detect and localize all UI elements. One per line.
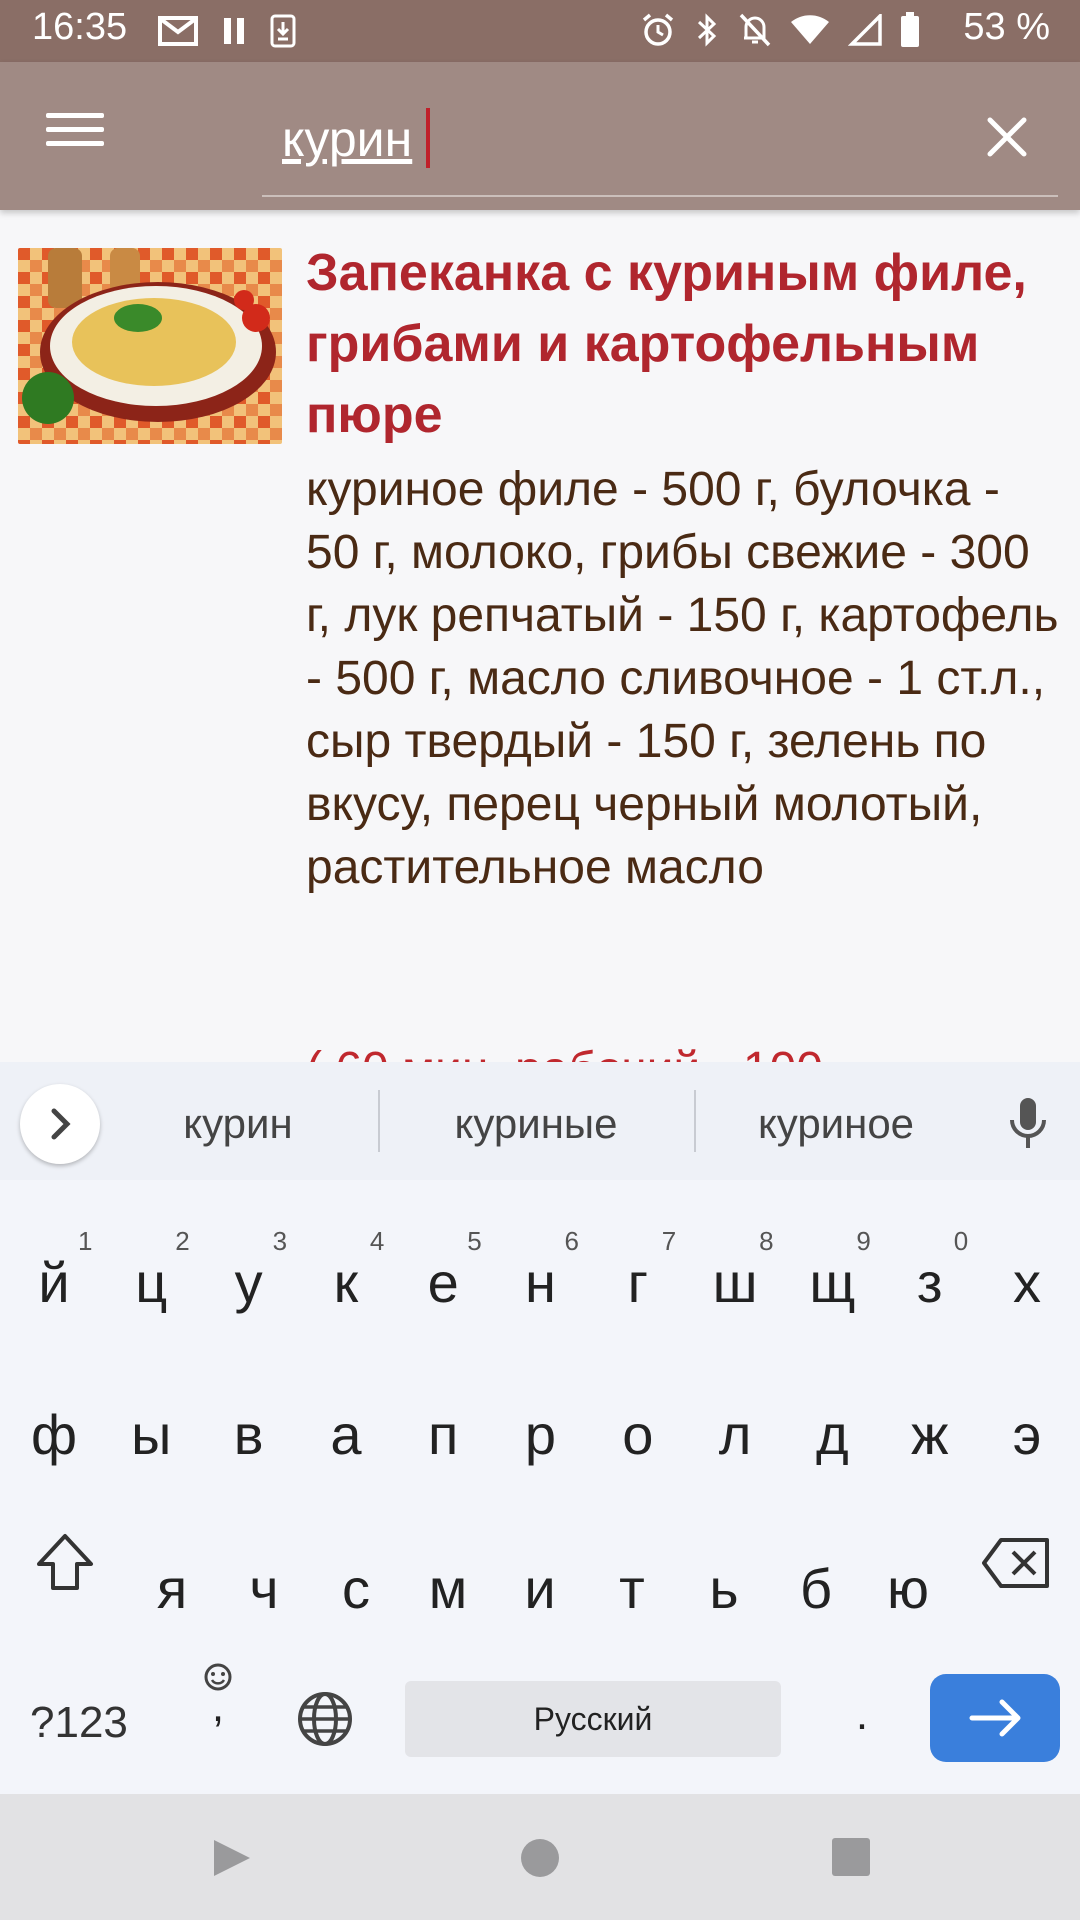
recipe-thumbnail xyxy=(18,248,282,444)
letter-key[interactable]: я xyxy=(132,1556,212,1621)
pause-icon xyxy=(224,18,244,44)
letter-key[interactable]: с xyxy=(316,1556,396,1621)
suggestion-divider xyxy=(378,1090,380,1152)
letter-key[interactable]: а xyxy=(306,1402,386,1467)
status-time: 16:35 xyxy=(32,6,128,48)
letter-key[interactable]: х xyxy=(987,1250,1067,1315)
status-bar: 16:35 53 % xyxy=(0,0,1080,62)
key-number-hint: 9 xyxy=(856,1226,871,1256)
key-number-hint: 5 xyxy=(467,1226,482,1256)
close-icon xyxy=(987,117,1027,157)
language-key[interactable] xyxy=(294,1690,356,1761)
letter-key[interactable]: з xyxy=(890,1250,970,1315)
comma-label: , xyxy=(211,1682,225,1731)
period-key[interactable]: . xyxy=(840,1690,884,1740)
key-number-hint: 0 xyxy=(953,1226,969,1256)
status-right-icons xyxy=(640,12,920,48)
recents-icon[interactable] xyxy=(830,1836,872,1878)
suggestion-divider xyxy=(694,1090,696,1152)
suggestion-1[interactable]: курин xyxy=(130,1100,346,1148)
letter-key[interactable]: ц xyxy=(111,1250,191,1315)
navigation-bar xyxy=(0,1794,1080,1920)
letter-key[interactable]: ж xyxy=(890,1402,970,1467)
shift-icon xyxy=(37,1534,93,1590)
wifi-icon xyxy=(791,15,829,45)
clear-search-button[interactable] xyxy=(976,106,1038,168)
download-icon xyxy=(270,14,296,48)
key-number-hint: 3 xyxy=(272,1226,288,1256)
letter-key[interactable]: ч xyxy=(224,1556,304,1621)
backspace-key[interactable] xyxy=(978,1536,1054,1603)
letter-key[interactable]: т xyxy=(592,1556,672,1621)
key-number-hint: 7 xyxy=(661,1226,677,1256)
letter-key[interactable]: и xyxy=(500,1556,580,1621)
key-number-hint: 4 xyxy=(369,1226,385,1256)
mic-icon[interactable] xyxy=(1008,1096,1048,1155)
key-number-hint: 2 xyxy=(175,1226,190,1256)
soft-keyboard: курин куриные куриное й1ц2у3к4е5н6г7ш8щ9… xyxy=(0,1062,1080,1794)
key-number-hint: 8 xyxy=(759,1226,774,1256)
emoji-comma-key[interactable]: , xyxy=(196,1662,240,1731)
letter-key[interactable]: н xyxy=(501,1250,581,1315)
letter-key[interactable]: к xyxy=(306,1250,386,1315)
letter-key[interactable]: р xyxy=(501,1402,581,1467)
letter-key[interactable]: ф xyxy=(14,1402,94,1467)
search-input[interactable]: курин xyxy=(262,92,962,178)
menu-icon-line xyxy=(46,141,104,146)
gmail-icon xyxy=(158,16,198,46)
menu-icon-line xyxy=(46,127,104,132)
shift-key[interactable] xyxy=(30,1532,100,1605)
letter-key[interactable]: ю xyxy=(868,1556,948,1621)
recipe-time: ( 60 мин, рабочий - 100 xyxy=(306,1042,823,1062)
letter-key[interactable]: е xyxy=(403,1250,483,1315)
globe-icon xyxy=(298,1692,352,1746)
menu-icon-line xyxy=(46,113,104,118)
suggestion-3[interactable]: куриное xyxy=(720,1100,952,1148)
arrow-right-icon xyxy=(969,1699,1021,1737)
status-left-icons xyxy=(158,14,296,48)
battery-icon xyxy=(901,12,919,47)
letter-key[interactable]: щ xyxy=(792,1250,872,1315)
letter-key[interactable]: о xyxy=(598,1402,678,1467)
letter-key[interactable]: ь xyxy=(684,1556,764,1621)
recipe-ingredients: куриное филе - 500 г, булочка - 50 г, мо… xyxy=(306,463,1059,894)
letter-key[interactable]: п xyxy=(403,1402,483,1467)
letter-key[interactable]: й xyxy=(14,1250,94,1315)
suggestion-bar: курин куриные куриное xyxy=(0,1062,1080,1180)
letter-key[interactable]: г xyxy=(598,1250,678,1315)
letter-key[interactable]: э xyxy=(987,1402,1067,1467)
backspace-icon xyxy=(982,1538,1049,1588)
recipe-list-item[interactable]: Запеканка с куриным филе, грибами и карт… xyxy=(0,210,1080,1062)
alarm-icon xyxy=(642,13,674,46)
letter-key[interactable]: в xyxy=(209,1402,289,1467)
mute-icon xyxy=(739,13,771,47)
menu-button[interactable] xyxy=(38,104,112,164)
letter-key[interactable]: м xyxy=(408,1556,488,1621)
enter-key[interactable] xyxy=(930,1674,1060,1762)
letter-key[interactable]: у xyxy=(209,1250,289,1315)
key-number-hint: 1 xyxy=(78,1226,93,1256)
letter-key[interactable]: ш xyxy=(695,1250,775,1315)
signal-icon xyxy=(848,14,882,46)
letter-key[interactable]: д xyxy=(792,1402,872,1467)
key-number-hint: 6 xyxy=(564,1226,579,1256)
recipe-title[interactable]: Запеканка с куриным филе, грибами и карт… xyxy=(306,238,1066,451)
search-input-value: курин xyxy=(282,111,413,167)
space-key[interactable]: Русский xyxy=(405,1681,781,1757)
home-icon[interactable] xyxy=(518,1836,562,1880)
back-icon[interactable] xyxy=(208,1834,256,1882)
battery-percentage: 53 % xyxy=(963,6,1050,48)
bluetooth-icon xyxy=(697,13,717,47)
letter-key[interactable]: б xyxy=(776,1556,856,1621)
letter-key[interactable]: л xyxy=(695,1402,775,1467)
expand-toolbar-button[interactable] xyxy=(20,1084,100,1164)
app-bar: курин xyxy=(0,62,1080,210)
search-underline xyxy=(262,195,1058,197)
symbols-key[interactable]: ?123 xyxy=(30,1698,128,1748)
chevron-right-icon xyxy=(51,1108,71,1140)
suggestion-2[interactable]: куриные xyxy=(410,1100,662,1148)
letter-key[interactable]: ы xyxy=(111,1402,191,1467)
text-cursor xyxy=(426,108,430,168)
